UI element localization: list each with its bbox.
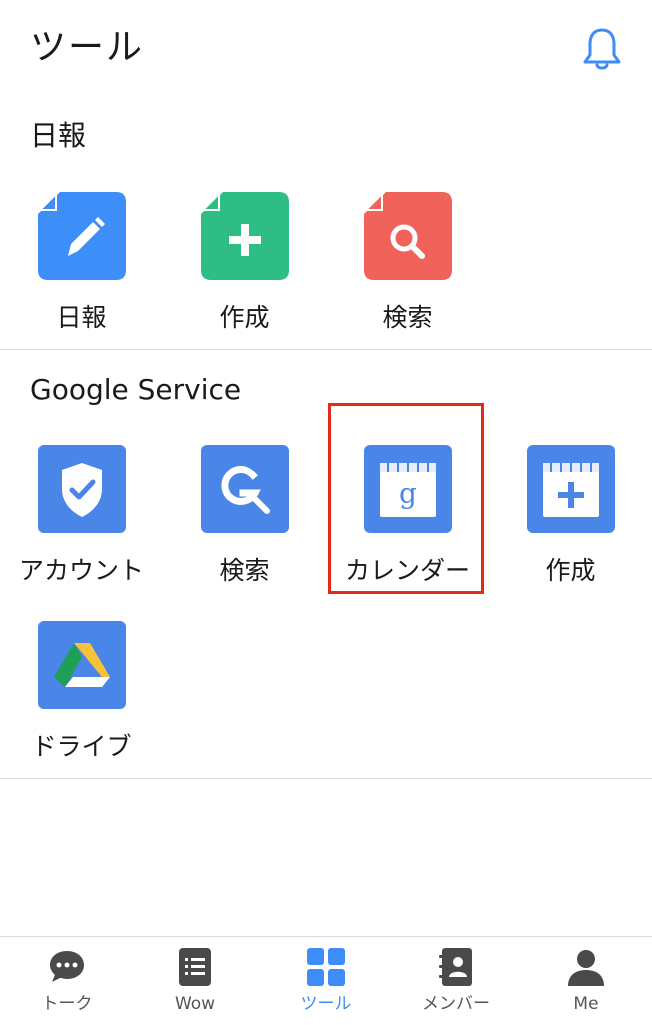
tool-nippo[interactable]: 日報 [0, 192, 163, 342]
tool-label: 作成 [545, 556, 596, 585]
list-note-icon [179, 948, 211, 986]
tab-talk[interactable]: トーク [2, 937, 132, 1025]
section-divider [0, 349, 652, 350]
tab-members[interactable]: メンバー [391, 937, 521, 1025]
tool-google-account[interactable]: アカウント [0, 445, 163, 595]
tool-google-calendar-create[interactable]: 作成 [489, 445, 652, 595]
tool-label: 作成 [219, 303, 270, 332]
contact-book-icon [439, 948, 472, 986]
tool-label: 検索 [382, 303, 433, 332]
search-document-icon [364, 192, 452, 280]
header: ツール [0, 0, 652, 96]
tool-google-drive[interactable]: ドライブ [0, 621, 163, 771]
page-title: ツール [30, 27, 145, 68]
tab-tools[interactable]: ツール [261, 937, 391, 1025]
selection-highlight [328, 403, 484, 594]
tab-wow[interactable]: Wow [130, 937, 260, 1025]
tool-label: 日報 [56, 303, 107, 332]
tab-label: Me [573, 994, 599, 1014]
tool-label: 検索 [219, 556, 270, 585]
section-title-nippo: 日報 [30, 119, 87, 152]
google-search-icon [201, 445, 289, 533]
tab-label: メンバー [422, 994, 490, 1014]
tool-nippo-search[interactable]: 検索 [326, 192, 489, 342]
tool-nippo-create[interactable]: 作成 [163, 192, 326, 342]
tab-me[interactable]: Me [521, 937, 651, 1025]
section-title-google: Google Service [30, 373, 242, 406]
google-drive-icon [38, 621, 126, 709]
tab-label: Wow [174, 994, 216, 1014]
tool-label: ドライブ [31, 732, 132, 761]
tab-label: トーク [41, 994, 93, 1014]
tab-label: ツール [300, 994, 352, 1014]
shield-check-icon [38, 445, 126, 533]
calendar-add-icon [527, 445, 615, 533]
section-divider [0, 778, 652, 779]
grid-icon [307, 948, 345, 986]
edit-document-icon [38, 192, 126, 280]
tool-google-search[interactable]: 検索 [163, 445, 326, 595]
add-document-icon [201, 192, 289, 280]
bell-icon[interactable] [578, 24, 626, 72]
tool-label: アカウント [18, 556, 144, 585]
person-icon [568, 950, 604, 986]
chat-bubble-icon [50, 951, 84, 982]
bottom-tab-bar: トーク Wow ツール メンバー Me [0, 936, 652, 1025]
